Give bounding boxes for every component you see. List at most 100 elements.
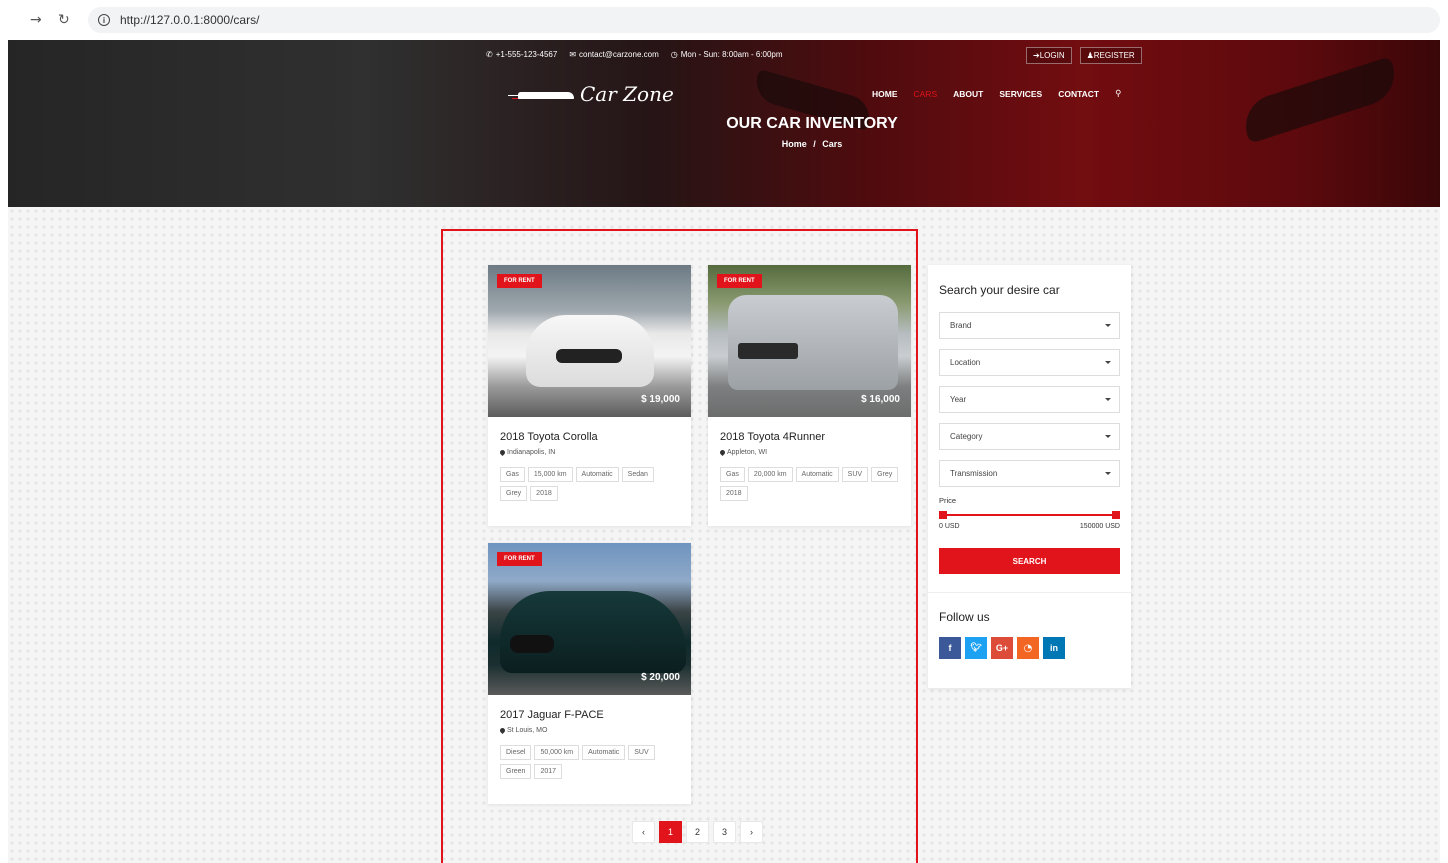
login-button[interactable]: ➔LOGIN [1026,47,1072,64]
brand-select[interactable]: Brand [939,312,1120,339]
car-specs: Gas 15,000 km Automatic Sedan Grey 2018 [500,467,679,501]
search-button[interactable]: SEARCH [939,548,1120,574]
car-card[interactable]: FOR RENT $ 16,000 2018 Toyota 4Runner Ap… [708,265,911,526]
menu-about[interactable]: ABOUT [953,89,983,99]
spec-mileage: 20,000 km [747,467,793,482]
car-price: $ 19,000 [641,394,680,405]
location-text: Appleton, WI [727,449,768,456]
price-max-handle[interactable] [1112,511,1120,519]
car-location: Appleton, WI [718,448,899,457]
page-1-button[interactable]: 1 [659,821,682,843]
location-select[interactable]: Location [939,349,1120,376]
twitter-icon[interactable]: 🐦︎ [965,637,987,659]
car-card[interactable]: FOR RENT $ 19,000 2018 Toyota Corolla In… [488,265,691,526]
search-title: Search your desire car [939,283,1060,297]
login-label: LOGIN [1039,51,1065,60]
reload-icon[interactable]: ↻ [58,12,70,28]
forward-arrow-icon[interactable]: → [30,12,42,28]
next-page-button[interactable]: › [740,821,763,843]
breadcrumb-home[interactable]: Home [782,139,807,149]
chevron-down-icon [1105,435,1111,438]
rent-badge: FOR RENT [497,552,542,566]
email-text: contact@carzone.com [579,50,659,59]
address-bar[interactable]: i http://127.0.0.1:8000/cars/ [88,7,1440,33]
social-links: f 🐦︎ G+ ◔ in [939,637,1120,659]
transmission-select-label: Transmission [950,469,998,478]
car-specs: Gas 20,000 km Automatic SUV Grey 2018 [720,467,899,501]
site-logo[interactable]: Car Zone [508,82,674,106]
price-min: 0 USD [939,523,960,530]
category-select-label: Category [950,432,983,441]
clock-icon: ◷ [670,50,678,59]
spec-year: 2018 [720,486,748,501]
car-photo[interactable]: FOR RENT $ 16,000 [708,265,911,417]
car-photo[interactable]: FOR RENT $ 19,000 [488,265,691,417]
rss-icon[interactable]: ◔ [1017,637,1039,659]
car-grille [510,635,554,653]
register-button[interactable]: ♟REGISTER [1079,47,1142,64]
spec-body: SUV [841,467,869,482]
search-icon[interactable]: ⚲ [1115,89,1121,99]
follow-title: Follow us [939,610,990,624]
menu-home[interactable]: HOME [872,89,898,99]
car-logo-icon [508,86,576,102]
car-price: $ 20,000 [641,672,680,683]
spec-fuel: Gas [720,467,745,482]
breadcrumb-current: Cars [822,139,843,149]
price-range: 0 USD 150000 USD [939,523,1120,530]
car-title[interactable]: 2017 Jaguar F-PACE [500,709,679,721]
google-plus-icon[interactable]: G+ [991,637,1013,659]
browser-bar: → ↻ i http://127.0.0.1:8000/cars/ [0,0,1448,40]
spec-transmission: Automatic [582,745,626,760]
chevron-down-icon [1105,398,1111,401]
price-label: Price [939,496,957,505]
map-marker-icon [498,448,507,457]
phone-text: +1-555-123-4567 [495,50,558,59]
spec-body: SUV [628,745,655,760]
car-price: $ 16,000 [861,394,900,405]
spec-color: Grey [500,486,528,501]
divider [928,592,1131,593]
brand-select-label: Brand [950,321,972,330]
linkedin-icon[interactable]: in [1043,637,1065,659]
facebook-icon[interactable]: f [939,637,961,659]
transmission-select[interactable]: Transmission [939,460,1120,487]
car-silhouette [500,591,686,673]
price-slider[interactable] [939,510,1120,520]
prev-page-button[interactable]: ‹ [632,821,655,843]
hours-info: ◷ Mon - Sun: 8:00am - 6:00pm [671,50,783,59]
car-title[interactable]: 2018 Toyota 4Runner [720,431,899,443]
car-photo[interactable]: FOR RENT $ 20,000 [488,543,691,695]
map-marker-icon [498,726,507,735]
car-card[interactable]: FOR RENT $ 20,000 2017 Jaguar F-PACE St … [488,543,691,804]
car-title[interactable]: 2018 Toyota Corolla [500,431,679,443]
page-2-button[interactable]: 2 [686,821,709,843]
page-title: OUR CAR INVENTORY [726,115,898,132]
menu-contact[interactable]: CONTACT [1058,89,1099,99]
sign-in-icon: ➔ [1033,51,1040,60]
price-slider-track [941,514,1118,516]
user-icon: ♟ [1086,51,1094,60]
map-marker-icon [718,448,727,457]
breadcrumb-separator: / [813,139,816,149]
location-select-label: Location [950,358,981,367]
spec-color: Green [500,764,532,779]
spec-body: Sedan [621,467,654,482]
spec-year: 2017 [534,764,563,779]
page-3-button[interactable]: 3 [713,821,736,843]
menu-services[interactable]: SERVICES [999,89,1042,99]
year-select[interactable]: Year [939,386,1120,413]
spec-color: Grey [871,467,899,482]
chevron-down-icon [1105,324,1111,327]
page: ✆ +1-555-123-4567 ✉ contact@carzone.com ◷ M… [8,40,1440,863]
price-min-handle[interactable] [939,511,947,519]
spec-mileage: 50,000 km [534,745,580,760]
category-select[interactable]: Category [939,423,1120,450]
menu-cars[interactable]: CARS [914,89,938,99]
chevron-down-icon [1105,472,1111,475]
email-info[interactable]: ✉ contact@carzone.com [569,50,658,59]
info-icon[interactable]: i [98,14,110,26]
envelope-icon: ✉ [569,50,577,59]
spec-year: 2018 [530,486,558,501]
car-specs: Diesel 50,000 km Automatic SUV Green 201… [500,745,679,779]
